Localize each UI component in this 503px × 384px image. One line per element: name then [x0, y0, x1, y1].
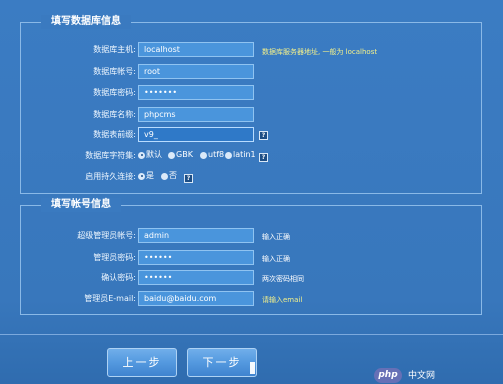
- persistent-yes-label: 是: [146, 171, 154, 180]
- confirm-password-label: 确认密码:: [101, 273, 136, 282]
- charset-utf8-label: utf8: [208, 150, 225, 159]
- cursor-icon: [250, 362, 255, 374]
- admin-email-label: 管理员E-mail:: [84, 294, 136, 303]
- admin-password-input[interactable]: ••••••: [138, 250, 254, 265]
- account-section-title: 填写帐号信息: [41, 198, 121, 212]
- persistent-yes-option[interactable]: 是: [138, 171, 154, 181]
- table-prefix-help-icon[interactable]: ?: [259, 131, 268, 140]
- charset-utf8-option[interactable]: utf8: [200, 150, 224, 160]
- db-name-label: 数据库名称:: [93, 110, 136, 119]
- persistent-no-option[interactable]: 否: [161, 171, 177, 181]
- db-host-label: 数据库主机:: [93, 45, 136, 54]
- installer-window: 填写数据库信息 数据库主机: localhost 数据库服务器地址, 一般为 l…: [0, 0, 503, 384]
- persistent-help-icon[interactable]: ?: [184, 174, 193, 183]
- charset-label: 数据库字符集:: [85, 151, 136, 160]
- charset-gbk-option[interactable]: GBK: [168, 150, 193, 160]
- persistent-no-label: 否: [169, 171, 177, 180]
- php-logo-icon: php: [374, 368, 402, 383]
- charset-latin1-label: latin1: [233, 150, 256, 159]
- admin-email-input[interactable]: baidu@baidu.com: [138, 291, 254, 306]
- admin-account-label: 超级管理员帐号:: [77, 231, 136, 240]
- watermark: php 中文网: [374, 367, 503, 384]
- previous-step-button[interactable]: 上一步: [107, 348, 177, 377]
- divider: [0, 334, 503, 335]
- db-host-input[interactable]: localhost: [138, 42, 254, 57]
- persistent-connection-label: 启用持久连接:: [85, 172, 136, 181]
- radio-icon[interactable]: [200, 151, 207, 159]
- charset-default-option[interactable]: 默认: [138, 150, 162, 160]
- admin-email-hint: 请输入email: [262, 296, 303, 304]
- table-prefix-input[interactable]: v9_: [138, 127, 254, 142]
- db-password-input[interactable]: •••••••: [138, 85, 254, 100]
- database-section-title: 填写数据库信息: [41, 15, 131, 29]
- db-password-label: 数据库密码:: [93, 88, 136, 97]
- admin-password-hint: 输入正确: [262, 255, 290, 263]
- charset-default-label: 默认: [146, 150, 162, 159]
- radio-icon[interactable]: [225, 151, 232, 159]
- db-user-input[interactable]: root: [138, 64, 254, 79]
- charset-latin1-option[interactable]: latin1: [225, 150, 256, 160]
- radio-checked-icon[interactable]: [138, 151, 145, 159]
- table-prefix-label: 数据表前缀:: [93, 130, 136, 139]
- radio-icon[interactable]: [161, 172, 168, 180]
- radio-checked-icon[interactable]: [138, 172, 145, 180]
- radio-icon[interactable]: [168, 151, 175, 159]
- charset-help-icon[interactable]: ?: [259, 153, 268, 162]
- confirm-password-hint: 两次密码相同: [262, 275, 304, 283]
- db-host-hint: 数据库服务器地址, 一般为 localhost: [262, 48, 378, 56]
- admin-password-label: 管理员密码:: [93, 253, 136, 262]
- admin-account-hint: 输入正确: [262, 233, 290, 241]
- next-step-button[interactable]: 下一步: [187, 348, 257, 377]
- db-user-label: 数据库帐号:: [93, 67, 136, 76]
- watermark-text: 中文网: [408, 370, 436, 381]
- db-name-input[interactable]: phpcms: [138, 107, 254, 122]
- confirm-password-input[interactable]: ••••••: [138, 270, 254, 285]
- admin-account-input[interactable]: admin: [138, 228, 254, 243]
- charset-gbk-label: GBK: [176, 150, 193, 159]
